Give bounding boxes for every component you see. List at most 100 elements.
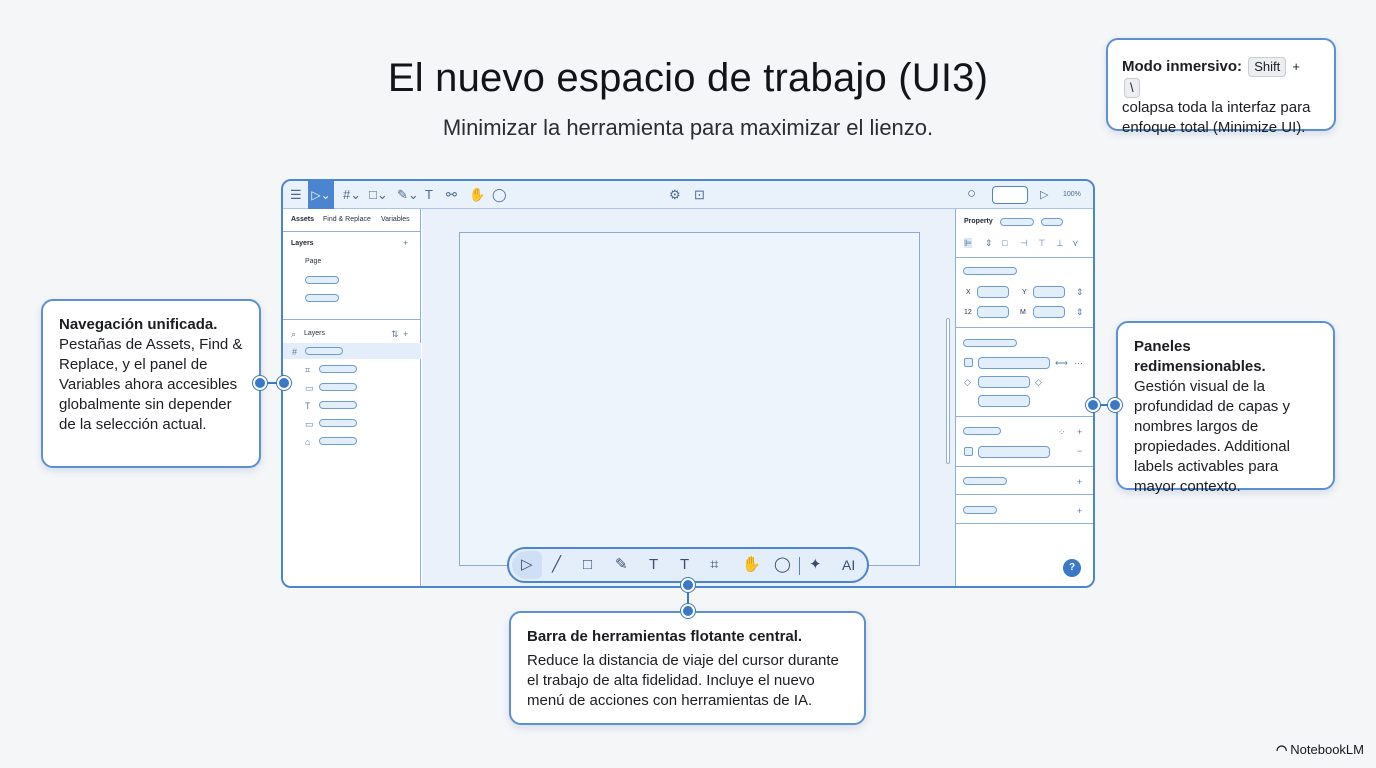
- tab-assets[interactable]: Assets: [291, 216, 314, 223]
- canvas[interactable]: [422, 209, 955, 586]
- panel-resize-handle[interactable]: [946, 318, 950, 464]
- effect-field[interactable]: [978, 395, 1030, 407]
- stepper-icon[interactable]: ⇕: [1076, 307, 1084, 317]
- add-icon[interactable]: +: [403, 238, 408, 248]
- layer-row[interactable]: [319, 365, 357, 373]
- grid-icon[interactable]: ⁘: [1058, 427, 1066, 437]
- visibility-icon[interactable]: ◇: [1035, 377, 1042, 387]
- fill-field[interactable]: [978, 357, 1050, 369]
- more-icon[interactable]: ⋯: [1074, 358, 1083, 368]
- frame-tool-icon[interactable]: #⌄: [343, 185, 361, 205]
- comment-tool-icon[interactable]: ◯: [774, 555, 791, 575]
- visibility-icon[interactable]: ◇: [964, 377, 971, 387]
- layer-row[interactable]: [305, 347, 343, 355]
- plus-sign: +: [1292, 59, 1300, 74]
- stroke-field[interactable]: [978, 376, 1030, 388]
- x-field[interactable]: [977, 286, 1009, 298]
- align-box-icon[interactable]: □: [1002, 238, 1007, 248]
- sort-icon[interactable]: ⇅: [391, 329, 399, 339]
- section-header[interactable]: [963, 477, 1007, 485]
- ai-button[interactable]: AI: [842, 555, 855, 575]
- layer-icon: ▭: [305, 383, 314, 393]
- line-tool-icon[interactable]: ╱: [552, 555, 561, 575]
- tab-find-replace[interactable]: Find & Replace: [323, 216, 371, 223]
- search-icon[interactable]: ⌕: [291, 329, 296, 339]
- h-label: M: [1020, 309, 1026, 316]
- play-icon[interactable]: ▷: [1040, 185, 1048, 205]
- add-layer-icon[interactable]: +: [403, 329, 408, 339]
- checkbox[interactable]: [964, 358, 973, 367]
- tab-variables[interactable]: Variables: [381, 216, 410, 223]
- add-icon[interactable]: +: [1077, 427, 1082, 437]
- distribute-icon[interactable]: ⋎: [1072, 238, 1079, 248]
- page-row[interactable]: [305, 276, 339, 284]
- text-tool-alt-icon[interactable]: T: [680, 555, 689, 575]
- brand-notebooklm: ◠ NotebookLM: [1276, 742, 1364, 758]
- align-top-icon[interactable]: ⊤: [1038, 238, 1046, 248]
- hand-tool-icon[interactable]: ✋: [469, 185, 485, 205]
- help-button[interactable]: ?: [1063, 559, 1081, 577]
- section-header[interactable]: [963, 427, 1001, 435]
- w-field[interactable]: [977, 306, 1009, 318]
- link-icon[interactable]: ⚯: [446, 185, 457, 205]
- component-icon[interactable]: ⚙: [669, 185, 681, 205]
- menu-icon[interactable]: ☰: [290, 185, 302, 205]
- layer-row[interactable]: [319, 401, 357, 409]
- section-header[interactable]: [963, 267, 1017, 275]
- hand-tool-icon[interactable]: ✋: [742, 555, 761, 575]
- callout-immersive-head: Modo inmersivo:: [1122, 58, 1243, 75]
- connector-dot: [681, 604, 695, 618]
- avatar-icon[interactable]: ○: [967, 184, 976, 204]
- layer-icon: T: [305, 401, 311, 411]
- text-tool-icon[interactable]: T: [649, 555, 658, 575]
- text-tool-icon[interactable]: T: [425, 185, 433, 205]
- align-bottom-icon[interactable]: ⊥: [1056, 238, 1064, 248]
- left-panel: Assets Find & Replace Variables Layers +…: [283, 209, 421, 586]
- pen-tool-icon[interactable]: ✎: [615, 555, 628, 575]
- h-field[interactable]: [1033, 306, 1065, 318]
- page-item[interactable]: Page: [305, 258, 321, 265]
- sparkle-ai-icon[interactable]: ✦: [809, 555, 822, 575]
- layer-row[interactable]: [319, 437, 357, 445]
- connector-dot: [681, 578, 695, 592]
- crop-icon[interactable]: ⊡: [694, 185, 705, 205]
- y-field[interactable]: [1033, 286, 1065, 298]
- pen-tool-icon[interactable]: ✎⌄: [397, 185, 419, 205]
- rectangle-tool-icon[interactable]: □: [583, 555, 592, 575]
- frame-icon: #: [292, 347, 298, 357]
- separator: [799, 557, 800, 575]
- move-tool-icon[interactable]: ▷: [521, 555, 533, 575]
- align-center-icon[interactable]: ⇕: [985, 238, 993, 248]
- artboard-frame[interactable]: [459, 232, 920, 566]
- move-tool-icon[interactable]: ▷⌄: [308, 181, 334, 209]
- add-icon[interactable]: +: [1077, 477, 1082, 487]
- divider: [956, 327, 1093, 328]
- align-right-icon[interactable]: ⊣: [1020, 238, 1028, 248]
- shape-tool-icon[interactable]: □⌄: [369, 185, 388, 205]
- stepper-icon[interactable]: ⇕: [1076, 287, 1084, 297]
- divider: [283, 319, 421, 320]
- callout-toolbar-head: Barra de herramientas flotante central.: [527, 628, 803, 645]
- layer-row-selected[interactable]: [283, 343, 421, 359]
- page-row[interactable]: [305, 294, 339, 302]
- crop-tool-icon[interactable]: ⌗: [710, 555, 718, 575]
- checkbox[interactable]: [964, 447, 973, 456]
- resize-icon[interactable]: ⟷: [1055, 358, 1068, 368]
- remove-icon[interactable]: −: [1077, 446, 1082, 456]
- callout-panels-body: Gestión visual de la profundidad de capa…: [1134, 378, 1290, 495]
- divider: [283, 231, 421, 232]
- property-pill[interactable]: [1041, 218, 1063, 226]
- comment-icon[interactable]: ◯: [492, 185, 507, 205]
- section-header[interactable]: [963, 506, 997, 514]
- connector-dot: [277, 376, 291, 390]
- property-pill[interactable]: [1000, 218, 1034, 226]
- zoom-level[interactable]: 100%: [1063, 185, 1081, 205]
- app-window-mockup: ☰ ▷⌄ #⌄ □⌄ ✎⌄ T ⚯ ✋ ◯ ⚙ ⊡ ○ ▷ 100% Asset…: [281, 179, 1095, 588]
- layer-row[interactable]: [319, 383, 357, 391]
- align-left-icon[interactable]: ⊫: [964, 238, 972, 248]
- share-button[interactable]: [992, 186, 1028, 204]
- layer-row[interactable]: [319, 419, 357, 427]
- layout-field[interactable]: [978, 446, 1050, 458]
- add-icon[interactable]: +: [1077, 506, 1082, 516]
- section-header[interactable]: [963, 339, 1017, 347]
